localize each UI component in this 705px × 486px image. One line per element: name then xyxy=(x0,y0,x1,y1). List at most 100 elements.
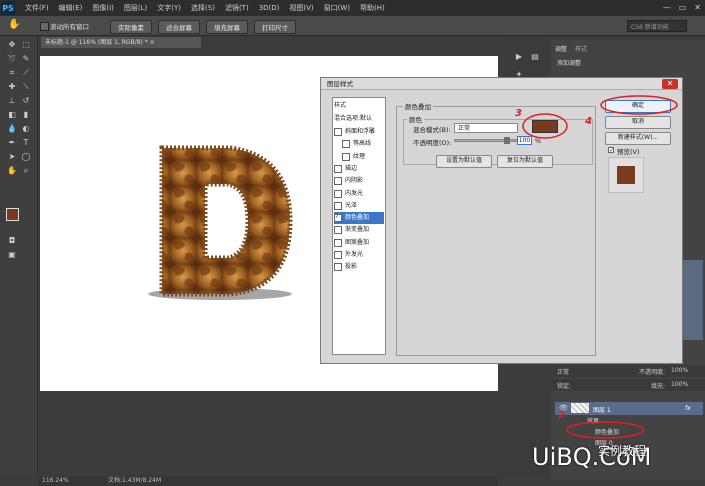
style-item[interactable]: 等高线 xyxy=(334,138,392,150)
styles-header[interactable]: 样式 xyxy=(334,100,384,112)
fit-screen-button[interactable]: 适合屏幕 xyxy=(158,20,200,34)
gradient-tool-icon[interactable]: ▮ xyxy=(20,110,32,120)
layers-blend-row: 正常 不透明度: 100% xyxy=(551,365,705,377)
layer-thumbnail xyxy=(571,403,589,413)
menu-bar: PS 文件(F) 编辑(E) 图像(I) 图层(L) 文字(Y) 选择(S) 滤… xyxy=(0,0,705,16)
history-icon[interactable]: ▤ xyxy=(529,52,541,62)
menu-window[interactable]: 窗口(W) xyxy=(324,3,350,13)
new-style-button[interactable]: 新建样式(W)... xyxy=(605,132,671,145)
dialog-title: 图层样式 xyxy=(321,78,682,90)
minimize-icon[interactable]: — xyxy=(663,3,671,12)
fill-value[interactable]: 100% xyxy=(671,381,688,388)
style-item[interactable]: 投影 xyxy=(334,261,384,273)
eraser-tool-icon[interactable]: ◧ xyxy=(6,110,18,120)
style-item[interactable]: ✓ 颜色叠加 xyxy=(334,212,384,225)
menu-filter[interactable]: 滤镜(T) xyxy=(225,3,249,13)
pen-tool-icon[interactable]: ✒ xyxy=(6,138,18,148)
blend-mode-select[interactable]: 正常 xyxy=(454,123,518,133)
style-item[interactable]: 描边 xyxy=(334,163,384,175)
opacity-slider[interactable] xyxy=(454,139,524,142)
style-item[interactable]: 斜面和浮雕 xyxy=(334,126,384,138)
document-tab[interactable]: 未标题-1 @ 116% (图层 1, RGB/8) * × xyxy=(41,37,201,48)
eyedropper-tool-icon[interactable]: ⟋ xyxy=(20,68,32,78)
shape-tool-icon[interactable]: ◯ xyxy=(20,152,32,162)
style-item[interactable]: 纹理 xyxy=(334,151,392,163)
style-checkbox[interactable] xyxy=(334,238,342,247)
scroll-all-checkbox[interactable] xyxy=(40,22,49,31)
style-checkbox[interactable] xyxy=(334,128,342,136)
style-checkbox[interactable] xyxy=(334,263,342,272)
style-item[interactable]: 图案叠加 xyxy=(334,237,384,249)
style-item[interactable]: 光泽 xyxy=(334,200,384,212)
opacity-input[interactable]: 100 xyxy=(517,136,532,145)
opacity-slider-handle[interactable] xyxy=(504,137,510,144)
style-checkbox[interactable] xyxy=(334,177,342,186)
set-default-button[interactable]: 设置为默认值 xyxy=(436,155,492,168)
print-size-button[interactable]: 打印尺寸 xyxy=(254,20,296,34)
opacity-label: 不透明度(O): xyxy=(413,139,452,147)
brush-tool-icon[interactable]: ⟍ xyxy=(20,82,32,92)
maximize-icon[interactable]: ▭ xyxy=(679,3,687,12)
style-item[interactable]: 内阴影 xyxy=(334,175,384,187)
healing-tool-icon[interactable]: ✚ xyxy=(6,82,18,92)
layer-opacity-value[interactable]: 100% xyxy=(671,367,688,374)
layer-name[interactable]: 图层 1 xyxy=(593,405,611,414)
history-brush-tool-icon[interactable]: ↺ xyxy=(20,96,32,106)
style-checkbox[interactable] xyxy=(334,164,342,173)
preview-checkbox[interactable]: ✓ xyxy=(608,147,614,154)
menu-layer[interactable]: 图层(L) xyxy=(124,3,147,13)
marquee-tool-icon[interactable]: ⬚ xyxy=(20,40,32,50)
tab-styles[interactable]: 样式 xyxy=(575,44,587,54)
blend-mode-label: 混合模式(B): xyxy=(413,126,451,134)
foreground-color-swatch[interactable] xyxy=(6,208,19,221)
quick-select-tool-icon[interactable]: ✎ xyxy=(20,54,32,64)
style-checkbox[interactable] xyxy=(334,201,342,210)
style-checkbox[interactable] xyxy=(334,251,342,259)
style-item[interactable]: 内发光 xyxy=(334,188,384,200)
actual-pixels-button[interactable]: 实际像素 xyxy=(110,20,152,34)
menu-help[interactable]: 帮助(H) xyxy=(360,3,385,13)
style-checkbox[interactable] xyxy=(334,226,342,235)
menu-type[interactable]: 文字(Y) xyxy=(157,3,181,13)
blend-options-item[interactable]: 混合选项:默认 xyxy=(334,113,384,125)
style-checkbox[interactable]: ✓ xyxy=(334,214,342,223)
menu-file[interactable]: 文件(F) xyxy=(25,3,49,13)
preview-color xyxy=(617,166,635,184)
style-checkbox[interactable] xyxy=(342,152,350,161)
move-tool-icon[interactable]: ✥ xyxy=(6,40,18,50)
blur-tool-icon[interactable]: 💧 xyxy=(6,124,18,134)
stamp-tool-icon[interactable]: ⊥ xyxy=(6,96,18,106)
hand-tool-icon[interactable]: ✋ xyxy=(6,166,18,176)
close-window-icon[interactable]: ✕ xyxy=(694,3,701,12)
quick-mask-icon[interactable]: ◘ xyxy=(6,236,18,246)
lasso-tool-icon[interactable]: ➰ xyxy=(6,54,18,64)
add-adjustment-title: 添加调整 xyxy=(557,60,582,67)
menu-image[interactable]: 图像(I) xyxy=(92,3,114,13)
crop-tool-icon[interactable]: ⌗ xyxy=(6,68,18,78)
screen-mode-icon[interactable]: ▣ xyxy=(6,250,18,260)
tab-adjustments[interactable]: 调整 xyxy=(555,44,567,54)
workspace-select[interactable]: CS6 新增功能 xyxy=(627,20,687,32)
style-checkbox[interactable] xyxy=(342,140,350,149)
style-item[interactable]: 外发光 xyxy=(334,249,384,261)
dodge-tool-icon[interactable]: ◐ xyxy=(20,124,32,134)
layer-row-selected[interactable]: 👁 图层 1 fx xyxy=(555,402,703,415)
path-select-tool-icon[interactable]: ➤ xyxy=(6,152,18,162)
style-item[interactable]: 渐变叠加 xyxy=(334,224,384,236)
style-checkbox[interactable] xyxy=(334,189,342,198)
menu-select[interactable]: 选择(S) xyxy=(191,3,215,13)
reset-default-button[interactable]: 复位为默认值 xyxy=(497,155,553,168)
fill-label: 填充: xyxy=(651,383,666,390)
type-tool-icon[interactable]: T xyxy=(20,138,32,148)
zoom-tool-icon[interactable]: ⌕ xyxy=(20,166,32,176)
close-icon[interactable]: ✕ xyxy=(662,79,678,89)
menu-edit[interactable]: 编辑(E) xyxy=(59,3,83,13)
play-icon[interactable]: ▶ xyxy=(513,52,525,62)
fill-screen-button[interactable]: 填充屏幕 xyxy=(206,20,248,34)
style-item-label: 内发光 xyxy=(345,189,364,197)
layer-blend-mode[interactable]: 正常 xyxy=(557,367,569,376)
cancel-button[interactable]: 取消 xyxy=(605,116,671,129)
menu-view[interactable]: 视图(V) xyxy=(289,3,313,13)
annotation-step-4: 4 xyxy=(585,116,592,127)
menu-3d[interactable]: 3D(D) xyxy=(259,4,280,12)
